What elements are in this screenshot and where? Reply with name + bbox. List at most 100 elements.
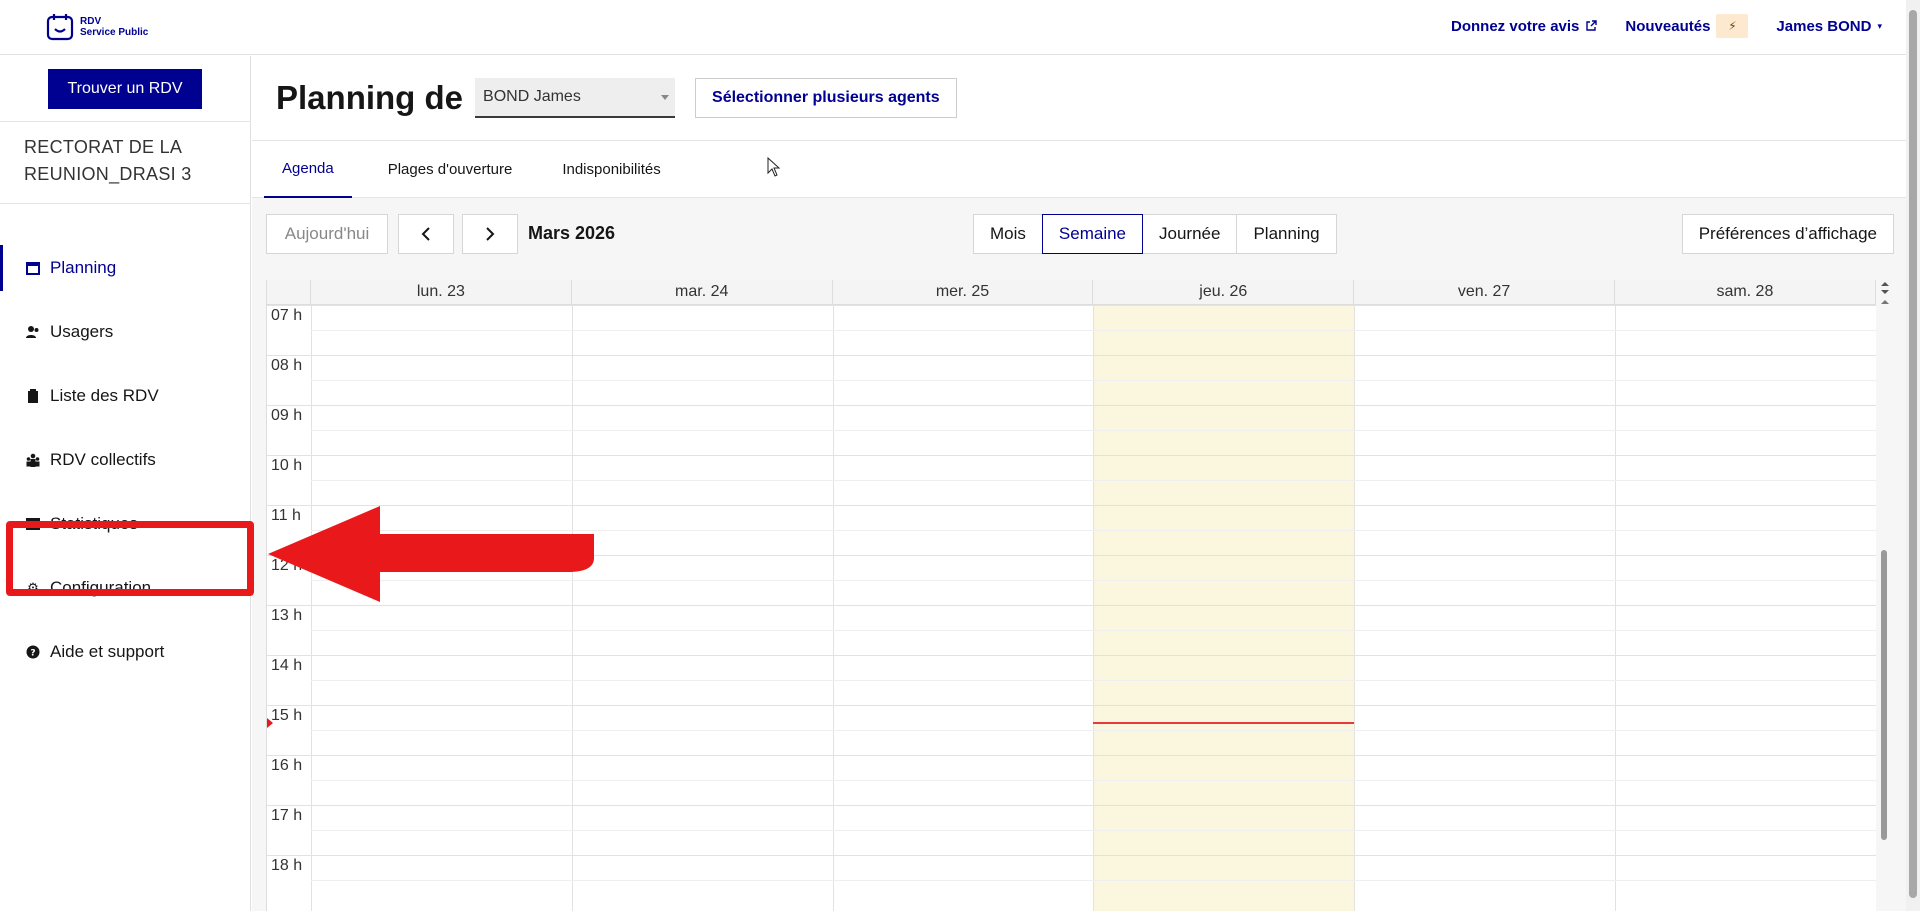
current-time-line	[1093, 721, 1355, 724]
clipboard-icon	[28, 389, 38, 403]
bolt-icon: ⚡	[1716, 14, 1749, 38]
day-header: mar. 24	[571, 280, 833, 305]
view-planning-button[interactable]: Planning	[1236, 214, 1337, 254]
mouse-cursor-icon	[767, 157, 781, 177]
calendar-icon	[26, 262, 40, 275]
organisation-name: RECTORAT DE LA REUNION_DRASI 3	[24, 137, 192, 184]
time-column-header	[267, 280, 311, 305]
hour-line	[267, 355, 1876, 356]
calendar-logo-icon	[46, 14, 74, 41]
hour-label: 08 h	[271, 357, 303, 374]
day-header: jeu. 26	[1093, 280, 1355, 305]
news-link[interactable]: Nouveautés ⚡	[1625, 14, 1749, 38]
display-preferences-button[interactable]: Préférences d’affichage	[1681, 214, 1894, 254]
half-hour-line	[311, 430, 1876, 431]
sidebar-nav: Planning Usagers Liste des RDV RDV colle…	[0, 236, 251, 684]
divider	[0, 203, 251, 204]
previous-button[interactable]	[398, 214, 454, 254]
select-multiple-agents-button[interactable]: Sélectionner plusieurs agents	[695, 78, 957, 118]
half-hour-line	[311, 630, 1876, 631]
day-header: mer. 25	[832, 280, 1094, 305]
help-icon: ?	[26, 645, 40, 659]
tabs-bar: Agenda Plages d'ouverture Indisponibilit…	[252, 140, 1906, 198]
feedback-link[interactable]: Donnez votre avis	[1451, 18, 1598, 35]
hour-label: 07 h	[271, 307, 303, 324]
view-day-button[interactable]: Journée	[1142, 214, 1238, 254]
today-column	[1093, 305, 1355, 911]
half-hour-line	[311, 880, 1876, 881]
half-hour-line	[311, 330, 1876, 331]
view-month-button[interactable]: Mois	[973, 214, 1043, 254]
hour-line	[267, 405, 1876, 406]
current-time-marker	[267, 717, 273, 728]
hour-label: 15 h	[271, 707, 303, 724]
red-arrow-icon	[268, 506, 594, 602]
sidebar-item-liste-rdv[interactable]: Liste des RDV	[0, 364, 251, 428]
half-hour-line	[311, 480, 1876, 481]
next-button[interactable]	[462, 214, 518, 254]
user-menu[interactable]: James BOND ▾	[1776, 18, 1882, 35]
day-header: sam. 28	[1615, 280, 1876, 305]
scroll-up-arrows-icon	[1881, 282, 1889, 304]
find-rdv-button[interactable]: Trouver un RDV	[48, 69, 202, 109]
chevron-right-icon	[486, 227, 495, 241]
logo[interactable]: RDV Service Public	[46, 13, 148, 41]
today-button[interactable]: Aujourd'hui	[266, 214, 388, 254]
column-divider	[1615, 305, 1616, 911]
hour-label: 17 h	[271, 807, 303, 824]
sidebar-item-planning[interactable]: Planning	[0, 236, 251, 300]
day-header: ven. 27	[1354, 280, 1615, 305]
hour-line	[267, 455, 1876, 456]
column-divider	[311, 305, 312, 911]
caret-down-icon	[661, 95, 670, 100]
hour-label: 14 h	[271, 657, 303, 674]
main-content: Planning de BOND James Sélectionner plus…	[252, 56, 1906, 911]
hour-label: 13 h	[271, 607, 303, 624]
calendar-scrollbar-thumb[interactable]	[1881, 550, 1887, 840]
chevron-down-icon: ▾	[1877, 20, 1882, 31]
hour-label: 09 h	[271, 407, 303, 424]
calendar-toolbar: Aujourd'hui Mars 2026 Mois Semaine Journ…	[266, 214, 1894, 254]
view-week-button[interactable]: Semaine	[1041, 214, 1144, 254]
half-hour-line	[311, 680, 1876, 681]
half-hour-line	[311, 830, 1876, 831]
column-divider	[832, 305, 834, 911]
column-divider	[1354, 305, 1356, 911]
half-hour-line	[311, 730, 1876, 731]
page-scrollbar[interactable]	[1906, 0, 1920, 911]
svg-text:?: ?	[30, 649, 35, 659]
divider	[0, 121, 251, 122]
logo-line2: Service Public	[80, 27, 149, 38]
highlight-box	[6, 521, 254, 596]
half-hour-line	[311, 780, 1876, 781]
agent-select[interactable]: BOND James	[475, 78, 676, 118]
sidebar-item-rdv-collectifs[interactable]: RDV collectifs	[0, 428, 251, 492]
tab-plages-ouverture[interactable]: Plages d'ouverture	[370, 141, 531, 198]
current-period: Mars 2026	[528, 223, 616, 243]
hour-label: 10 h	[271, 457, 303, 474]
hour-line	[267, 705, 1876, 706]
day-header: lun. 23	[311, 280, 572, 305]
hour-label: 18 h	[271, 857, 303, 874]
calendar-scrollbar[interactable]	[1878, 280, 1892, 911]
hour-line	[267, 655, 1876, 656]
column-divider	[571, 305, 573, 911]
tab-indisponibilites[interactable]: Indisponibilités	[544, 141, 678, 198]
hour-line	[267, 855, 1876, 856]
hour-line	[267, 805, 1876, 806]
users-icon	[26, 326, 39, 338]
tab-agenda[interactable]: Agenda	[264, 141, 352, 198]
page-title: Planning de	[276, 79, 464, 116]
hour-line	[267, 755, 1876, 756]
page-scrollbar-thumb[interactable]	[1909, 10, 1917, 898]
half-hour-line	[311, 380, 1876, 381]
sidebar-item-usagers[interactable]: Usagers	[0, 300, 251, 364]
external-link-icon	[1586, 20, 1598, 31]
hour-line	[267, 305, 1876, 306]
group-icon	[26, 453, 40, 467]
view-switcher: Mois Semaine Journée Planning	[973, 214, 1337, 254]
logo-line1: RDV	[80, 16, 102, 27]
chevron-left-icon	[421, 227, 430, 241]
hour-label: 16 h	[271, 757, 303, 774]
sidebar-item-aide[interactable]: ? Aide et support	[0, 620, 251, 684]
